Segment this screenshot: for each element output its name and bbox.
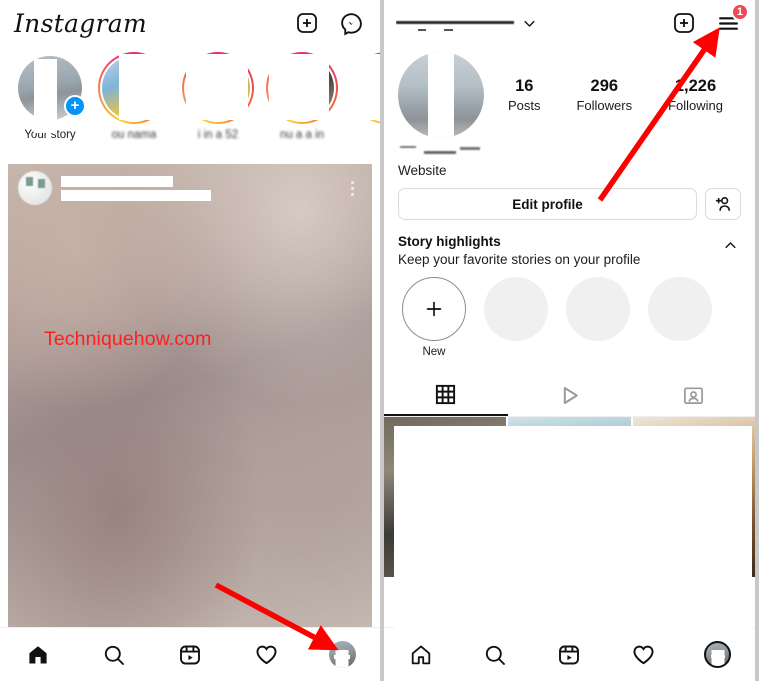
instagram-wordmark: Instagram: [14, 8, 148, 38]
highlight-placeholder[interactable]: [484, 277, 548, 341]
nav-profile[interactable]: [319, 635, 365, 675]
stat-followers[interactable]: 296 Followers: [576, 76, 632, 114]
add-person-button[interactable]: [705, 188, 741, 220]
stat-value: 296: [590, 76, 619, 95]
highlight-placeholder-circle: [648, 277, 712, 341]
profile-header: 16 Posts 296 Followers 1,226 Following: [384, 46, 755, 138]
nav-home[interactable]: [398, 635, 444, 675]
nav-search[interactable]: [91, 635, 137, 675]
highlight-placeholder-circle: [566, 277, 630, 341]
highlight-placeholder-circle: [484, 277, 548, 341]
stat-label: Following: [668, 97, 723, 113]
tab-grid[interactable]: [384, 374, 508, 416]
redaction-block: [61, 175, 173, 187]
messenger-icon[interactable]: [336, 8, 366, 38]
highlight-placeholder[interactable]: [648, 277, 712, 341]
profile-bio: Website: [384, 138, 755, 178]
feed-bottom-nav: [0, 627, 380, 681]
stories-tray[interactable]: + Your story ou nama i in a 52 nu a a in: [0, 46, 380, 158]
highlight-placeholder[interactable]: [566, 277, 630, 341]
stat-posts[interactable]: 16 Posts: [508, 76, 541, 114]
profile-post-grid[interactable]: [384, 417, 755, 637]
nav-activity[interactable]: [621, 635, 667, 675]
profile-avatar-icon[interactable]: [704, 641, 732, 668]
redaction-block: [34, 59, 57, 133]
story-highlights-title: Story highlights: [398, 234, 501, 249]
nav-search[interactable]: [472, 635, 518, 675]
nav-profile[interactable]: [695, 635, 741, 675]
edit-profile-button[interactable]: Edit profile: [398, 188, 697, 220]
instagram-profile-screen: 1 16 Posts 296 Followers 1,226 Following: [384, 0, 755, 681]
highlight-new-label: New: [422, 346, 446, 358]
redaction-block: [428, 52, 454, 138]
story-item[interactable]: [338, 52, 380, 129]
story-label: ou nama: [111, 129, 157, 141]
nav-activity[interactable]: [243, 635, 289, 675]
add-story-badge[interactable]: +: [64, 95, 86, 117]
redaction-block: [119, 54, 181, 120]
chevron-up-icon[interactable]: [719, 234, 741, 256]
redaction-block: [338, 54, 380, 120]
screenshot-root: Instagram + Your story ou nama i in a 52…: [0, 0, 759, 681]
story-highlights-subtitle: Keep your favorite stories on your profi…: [398, 252, 641, 267]
more-options-icon[interactable]: [342, 175, 362, 201]
post-author-avatar[interactable]: [18, 171, 52, 205]
tab-reels[interactable]: [508, 374, 632, 416]
stat-label: Followers: [576, 97, 633, 113]
notification-badge: 1: [730, 3, 749, 21]
redaction-block: [269, 54, 329, 120]
instagram-feed-screen: Instagram + Your story ou nama i in a 52…: [0, 0, 380, 681]
profile-avatar-icon[interactable]: [328, 641, 356, 668]
redacted-bio: [398, 142, 518, 162]
website-link[interactable]: Website: [398, 163, 741, 178]
story-highlights-header: Story highlights Keep your favorite stor…: [384, 220, 755, 267]
plus-square-icon[interactable]: [669, 8, 699, 38]
story-item[interactable]: ou nama: [92, 52, 181, 141]
stat-value: 1,226: [674, 76, 717, 95]
story-item[interactable]: nu a a in: [260, 52, 344, 141]
post-header: [8, 164, 372, 212]
redaction-block: [61, 189, 211, 201]
story-label: i in a 52: [197, 129, 239, 141]
post-author-names: [61, 175, 342, 201]
profile-topbar: 1: [384, 0, 755, 46]
plus-icon[interactable]: [402, 277, 466, 341]
profile-stats: 16 Posts 296 Followers 1,226 Following: [484, 76, 741, 114]
profile-avatar[interactable]: [398, 52, 484, 138]
watermark-text: Techniquehow.com: [44, 328, 212, 350]
story-label: nu a a in: [279, 129, 325, 141]
feed-topbar: Instagram: [0, 0, 380, 46]
story-highlights-row: New: [384, 267, 755, 358]
nav-reels[interactable]: [167, 635, 213, 675]
stat-label: Posts: [507, 97, 541, 113]
chevron-down-icon: [524, 20, 535, 27]
profile-username-switcher[interactable]: [396, 15, 655, 32]
nav-home[interactable]: [15, 635, 61, 675]
highlight-new[interactable]: New: [402, 277, 466, 358]
story-item[interactable]: i in a 52: [176, 52, 260, 141]
profile-actions: Edit profile: [384, 178, 755, 220]
nav-reels[interactable]: [546, 635, 592, 675]
redaction-block: [186, 54, 248, 120]
stat-following[interactable]: 1,226 Following: [668, 76, 723, 114]
tab-tagged[interactable]: [631, 374, 755, 416]
profile-tabs: [384, 374, 755, 417]
redacted-username: [396, 15, 516, 32]
stat-value: 16: [515, 76, 534, 95]
story-your-story[interactable]: + Your story: [8, 52, 92, 141]
redaction-block: [394, 426, 752, 637]
hamburger-menu-icon[interactable]: 1: [713, 3, 749, 38]
plus-square-icon[interactable]: [292, 8, 322, 38]
feed-post[interactable]: Techniquehow.com: [8, 164, 372, 627]
